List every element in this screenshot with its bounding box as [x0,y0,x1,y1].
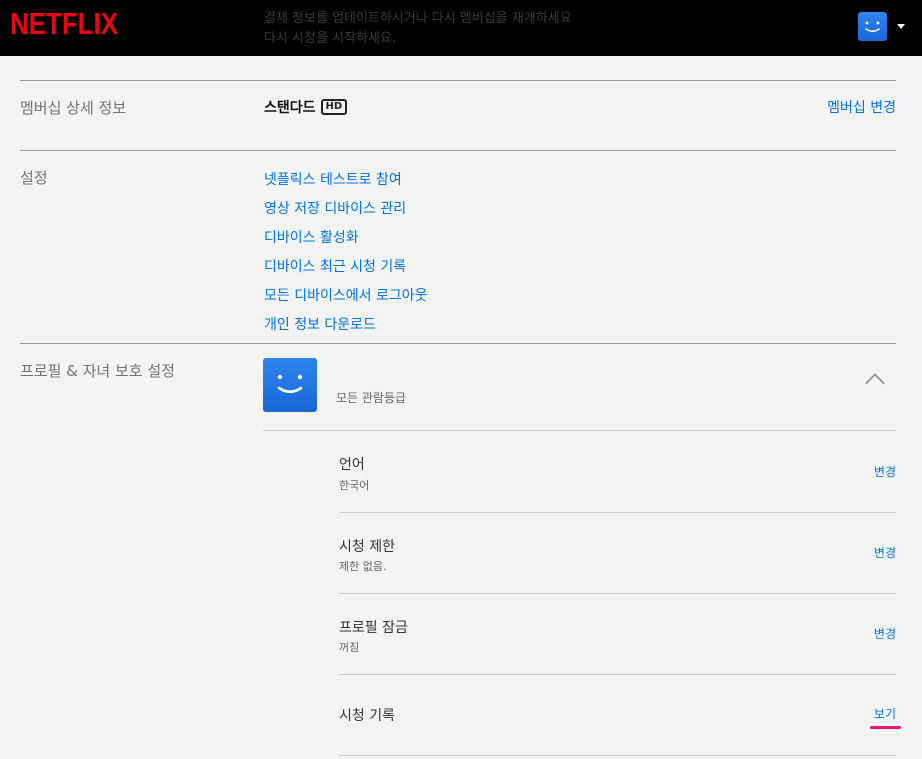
sign-out-all-devices-link[interactable]: 모든 디바이스에서 로그아웃 [264,282,427,311]
netflix-logo[interactable]: NETFLIX [10,6,118,42]
setting-title: 언어 [339,457,365,473]
top-nav-bar: NETFLIX 결제 정보를 업데이트하시거나 다시 멤버십을 재개하세요 다시… [0,0,922,56]
join-test-participation-link[interactable]: 넷플릭스 테스트로 참여 [264,166,427,195]
plan-name-text: 스탠다드 [264,100,316,116]
change-viewing-restrictions-link[interactable]: 변경 [874,544,896,561]
netflix-logo-text: NETFLIX [10,8,118,38]
setting-value: 한국어 [339,479,370,492]
maturity-rating: 모든 관람등급 [336,391,407,405]
account-notice: 결제 정보를 업데이트하시거나 다시 멤버십을 재개하세요 다시 시청을 시작하… [264,9,664,49]
profile-section-label: 프로필 & 자녀 보호 설정 [20,362,175,380]
settings-section-label: 설정 [20,169,48,187]
profile-avatar-small[interactable] [858,12,887,41]
setting-title: 시청 제한 [339,539,395,555]
highlight-underline [870,726,901,729]
section-divider [20,343,896,344]
settings-links-list: 넷플릭스 테스트로 참여 영상 저장 디바이스 관리 디바이스 활성화 디바이스… [264,166,427,340]
manage-download-devices-link[interactable]: 영상 저장 디바이스 관리 [264,195,427,224]
change-plan-link[interactable]: 멤버십 변경 [827,97,896,117]
section-divider [20,80,896,81]
change-profile-lock-link[interactable]: 변경 [874,625,896,642]
activate-device-link[interactable]: 디바이스 활성화 [264,224,427,253]
setting-title: 시청 기록 [339,708,395,724]
caret-down-icon[interactable] [897,24,905,29]
smile-face-icon [277,374,303,394]
setting-row-viewing-activity: 시청 기록 보기 [339,675,896,756]
setting-title: 프로필 잠금 [339,620,408,636]
setting-value: 꺼짐 [339,641,360,654]
notice-line-1: 결제 정보를 업데이트하시거나 다시 멤버십을 재개하세요 [264,11,572,26]
notice-line-2: 다시 시청을 시작하세요. [264,31,396,46]
membership-section-label: 멤버십 상세 정보 [20,99,127,117]
row-divider [339,755,896,756]
setting-value: 제한 없음. [339,560,387,573]
section-divider [20,150,896,151]
hd-badge: HD [320,99,348,115]
setting-row-viewing-restrictions: 시청 제한 제한 없음. 변경 [339,513,896,594]
profile-avatar[interactable] [263,358,317,412]
change-language-link[interactable]: 변경 [874,463,896,480]
chevron-up-icon[interactable] [865,373,885,393]
setting-row-profile-lock: 프로필 잠금 꺼짐 변경 [339,594,896,675]
smile-face-icon [865,21,880,33]
recent-device-streaming-link[interactable]: 디바이스 최근 시청 기록 [264,253,427,282]
profile-header[interactable]: 모든 관람등급 [263,358,896,430]
download-personal-info-link[interactable]: 개인 정보 다운로드 [264,311,427,340]
plan-name: 스탠다드 HD [264,97,348,117]
profile-menu-button[interactable] [858,12,905,41]
view-viewing-activity-link[interactable]: 보기 [874,705,896,722]
setting-row-language: 언어 한국어 변경 [339,431,896,513]
